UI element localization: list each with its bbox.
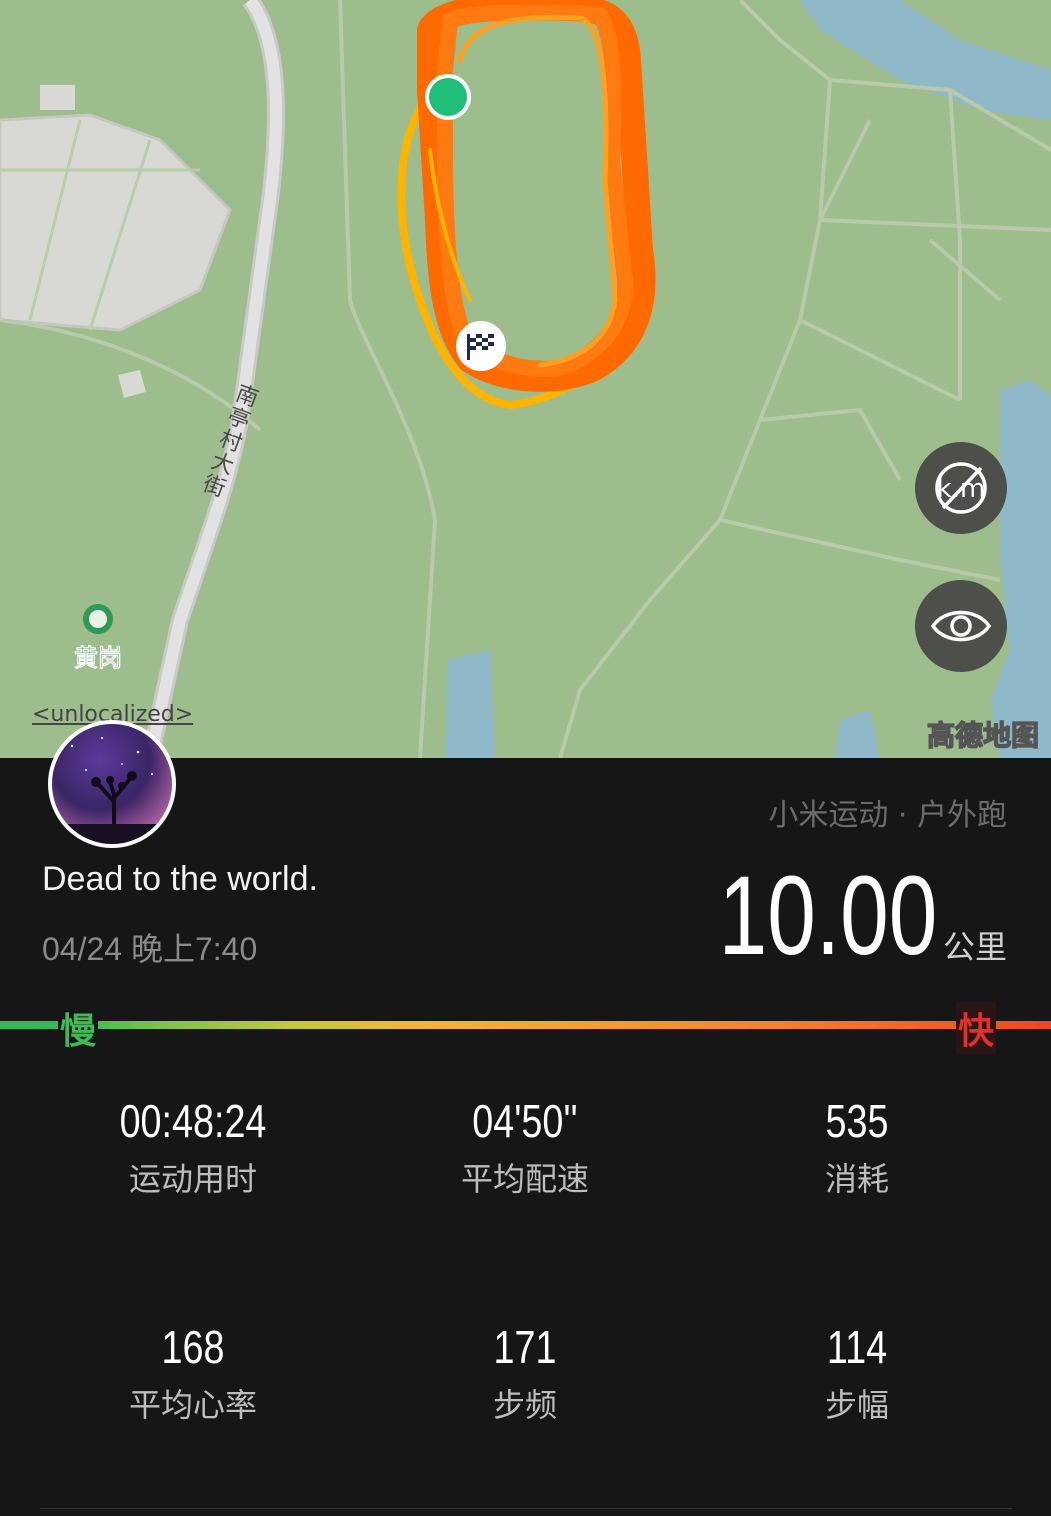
visibility-toggle-button[interactable] xyxy=(915,580,1007,672)
route-map[interactable]: 南亭村大街 黄岗 <unlocalized> 高德地图 k.m xyxy=(0,0,1051,758)
stat-label: 步幅 xyxy=(824,1386,889,1424)
stat-label: 平均心率 xyxy=(128,1386,257,1424)
map-background xyxy=(0,0,1051,758)
stat-cadence: 171 步频 xyxy=(360,1320,690,1426)
stat-value: 00:48:24 xyxy=(119,1095,267,1147)
stat-label: 步频 xyxy=(492,1386,557,1424)
stat-stride-length: 114 步幅 xyxy=(692,1320,1022,1426)
distance-display: 10.00 公里 xyxy=(657,860,1007,972)
distance-value: 10.00 xyxy=(718,853,937,978)
map-provider-logo: 高德地图 xyxy=(926,718,1039,752)
stat-label: 消耗 xyxy=(824,1160,889,1198)
stat-avg-heart-rate: 168 平均心率 xyxy=(28,1320,358,1426)
stat-value: 04'50'' xyxy=(472,1095,578,1147)
divider xyxy=(40,1508,1012,1509)
stat-value: 168 xyxy=(161,1321,225,1373)
eye-icon xyxy=(930,610,992,642)
pace-gradient-bar xyxy=(0,1021,1051,1029)
distance-unit: 公里 xyxy=(942,928,1007,966)
km-marker-toggle-button[interactable]: k.m xyxy=(915,442,1007,534)
pace-fast-label: 快 xyxy=(956,1002,997,1054)
poi-marker[interactable]: 黄岗 xyxy=(66,604,130,673)
username: Dead to the world. xyxy=(42,860,318,898)
stat-label: 运动用时 xyxy=(128,1160,257,1198)
pace-slow-label: 慢 xyxy=(58,1002,99,1054)
avatar[interactable] xyxy=(48,720,176,848)
workout-datetime: 04/24 晚上7:40 xyxy=(42,931,258,967)
workout-source: 小米运动 · 户外跑 xyxy=(768,798,1007,833)
poi-pin-icon xyxy=(83,604,113,634)
avatar-tree-icon xyxy=(52,737,172,844)
poi-label: 黄岗 xyxy=(74,644,123,673)
stat-avg-pace: 04'50'' 平均配速 xyxy=(360,1094,690,1200)
stat-value: 535 xyxy=(825,1095,889,1147)
stat-calories: 535 消耗 xyxy=(692,1094,1022,1200)
stat-value: 114 xyxy=(826,1321,888,1373)
stat-value: 171 xyxy=(493,1321,557,1373)
km-off-icon: k.m xyxy=(935,462,987,514)
stat-duration: 00:48:24 运动用时 xyxy=(28,1094,358,1200)
stat-label: 平均配速 xyxy=(460,1160,589,1198)
